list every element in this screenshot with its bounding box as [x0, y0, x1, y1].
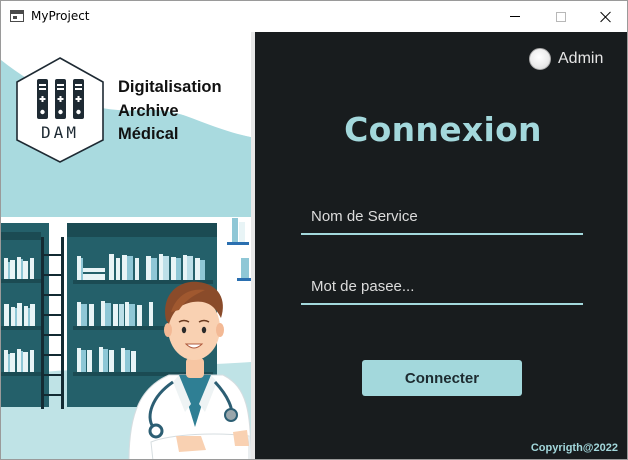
- brand-line-1: Digitalisation: [118, 78, 222, 96]
- password-field[interactable]: Mot de pasee...: [301, 267, 583, 305]
- title-bar: MyProject: [1, 1, 627, 32]
- password-placeholder: Mot de pasee...: [311, 278, 415, 295]
- login-heading: Connexion: [255, 110, 627, 149]
- login-panel: Admin Connexion Nom de Service Mot de pa…: [255, 32, 627, 459]
- close-button[interactable]: [583, 1, 627, 32]
- close-icon: [600, 11, 612, 23]
- brand-line-2: Archive: [118, 101, 179, 120]
- admin-label: Admin: [558, 50, 604, 67]
- app-window-icon: [10, 10, 24, 22]
- username-placeholder: Nom de Service: [311, 208, 418, 225]
- window-title: MyProject: [31, 9, 90, 23]
- brand-title: Digitalisation Archive Médical: [118, 76, 222, 147]
- illustration-panel: DAM Digitalisation Archive Médical: [1, 32, 251, 459]
- login-heading-text: Connexion: [344, 110, 542, 149]
- username-field[interactable]: Nom de Service: [301, 197, 583, 235]
- maximize-icon: [556, 11, 566, 22]
- copyright-text: Copyrigth@2022: [530, 442, 618, 454]
- minimize-button[interactable]: [492, 1, 538, 32]
- connect-button[interactable]: Connecter: [362, 360, 522, 396]
- admin-toggle[interactable]: Admin: [529, 48, 603, 70]
- app-window: MyProject DAM Digitalisation Archive Méd…: [0, 0, 628, 460]
- logo-text: DAM: [41, 123, 79, 142]
- maximize-button[interactable]: [538, 1, 584, 32]
- brand-line-3: Médical: [118, 125, 179, 143]
- radio-button-icon[interactable]: [529, 48, 551, 70]
- minimize-icon: [510, 16, 520, 17]
